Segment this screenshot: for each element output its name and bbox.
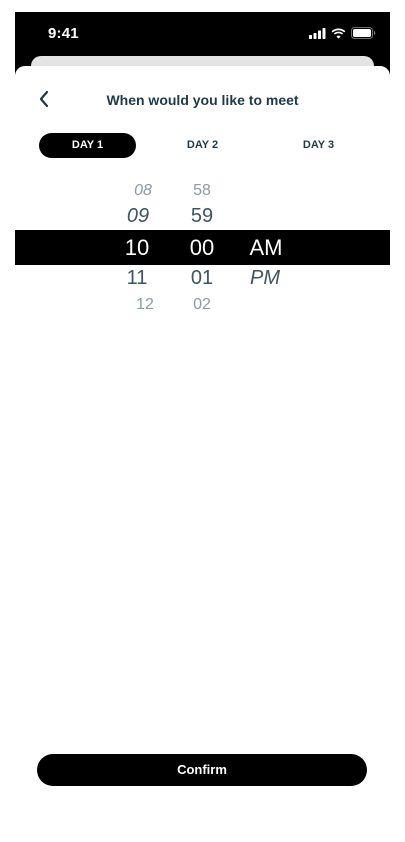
status-icons [309,27,376,39]
status-time: 9:41 [48,25,79,42]
hour-option-selected[interactable]: 10 [125,235,149,261]
page-title: When would you like to meet [106,92,299,108]
hour-option[interactable]: 09 [127,205,149,228]
tab-day-3[interactable]: DAY 3 [270,133,367,158]
battery-icon [351,27,376,39]
day-tabs: DAY 1 DAY 2 DAY 3 [15,133,390,158]
phone-screen: 9:41 When would you like to meet DAY 1 D… [15,12,390,824]
minute-option[interactable]: 58 [193,182,211,200]
tab-day-2[interactable]: DAY 2 [154,133,251,158]
minute-option[interactable]: 59 [191,205,213,228]
hour-option[interactable]: 12 [136,296,154,314]
hour-option[interactable]: 08 [134,182,152,200]
minute-option-selected[interactable]: 00 [190,235,214,261]
schedule-sheet: When would you like to meet DAY 1 DAY 2 … [15,66,390,824]
tab-day-1[interactable]: DAY 1 [39,133,136,158]
wifi-icon [331,28,346,39]
minute-option[interactable]: 02 [193,296,211,314]
period-option[interactable]: PM [250,267,280,290]
minute-option[interactable]: 01 [191,267,213,290]
cellular-signal-icon [309,27,326,39]
period-option-selected[interactable]: AM [250,235,283,261]
hour-option[interactable]: 11 [127,267,148,290]
status-bar: 9:41 [15,12,390,56]
confirm-button[interactable]: Confirm [37,754,367,786]
